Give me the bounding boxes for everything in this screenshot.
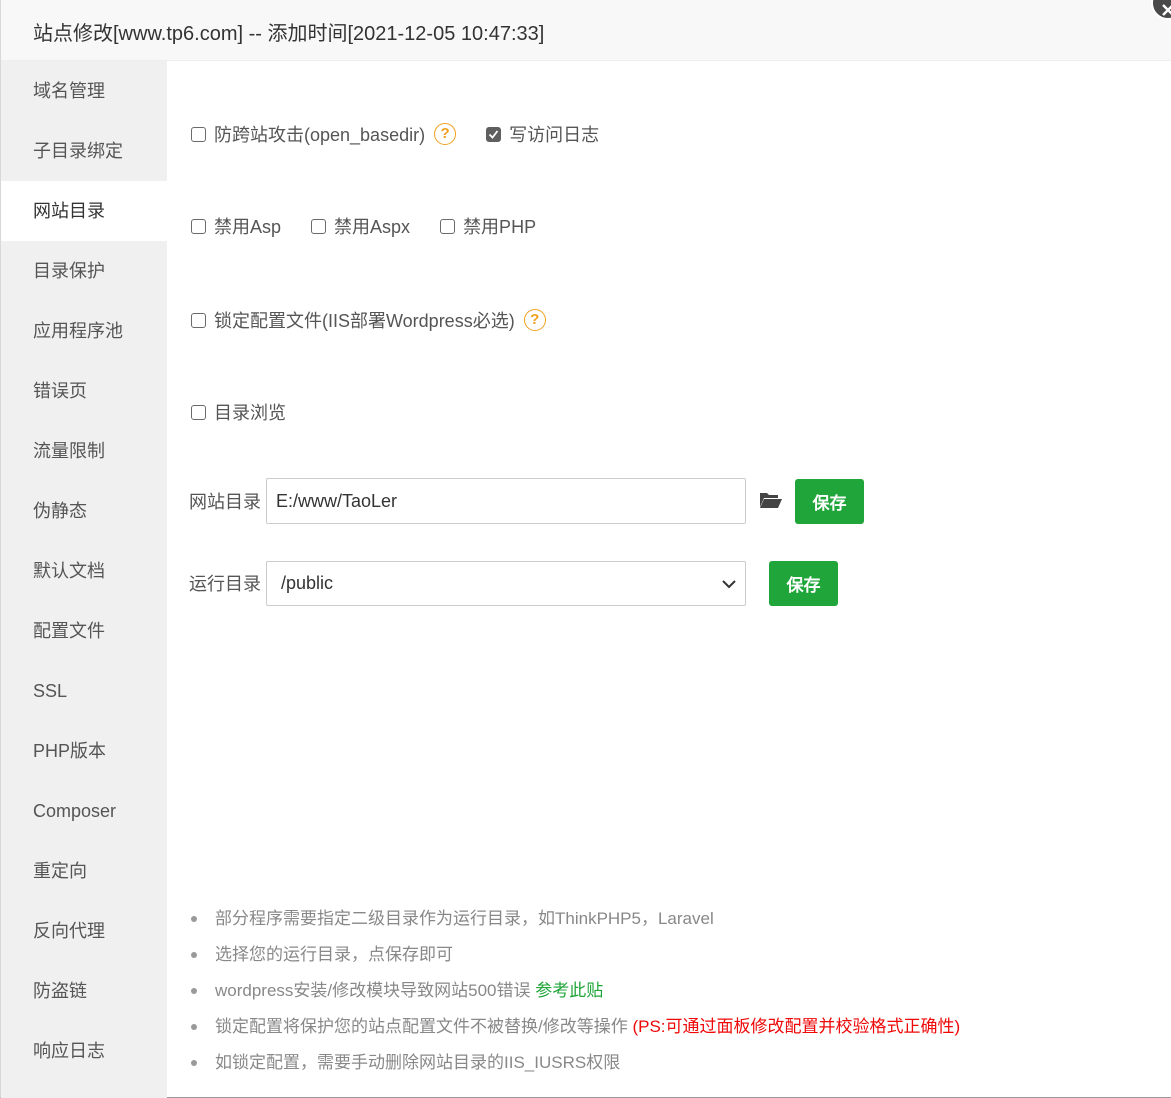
- tip-text: 锁定配置将保护您的站点配置文件不被替换/修改等操作: [215, 1017, 633, 1036]
- checkbox-icon[interactable]: [191, 218, 206, 234]
- disable-php-label: 禁用PHP: [463, 217, 537, 237]
- sidebar-item-error-page[interactable]: 错误页: [1, 361, 167, 421]
- list-item: 部分程序需要指定二级目录作为运行目录，如ThinkPHP5，Laravel: [191, 905, 960, 941]
- sidebar-item-rewrite[interactable]: 伪静态: [1, 481, 167, 541]
- help-icon[interactable]: ?: [434, 123, 457, 145]
- options-row-3: 锁定配置文件(IIS部署Wordpress必选) ?: [191, 305, 576, 335]
- checkbox-checked-icon[interactable]: [486, 126, 502, 142]
- checkbox-icon[interactable]: [191, 126, 206, 142]
- run-dir-select[interactable]: /public: [266, 560, 746, 606]
- sidebar-item-composer[interactable]: Composer: [1, 781, 167, 841]
- dir-browse-checkbox[interactable]: 目录浏览: [191, 399, 286, 425]
- options-row-4: 目录浏览: [191, 397, 316, 427]
- disable-asp-checkbox[interactable]: 禁用Asp: [191, 213, 281, 239]
- tip-text: wordpress安装/修改模块导致网站500错误: [215, 981, 536, 1000]
- site-dir-input[interactable]: [266, 478, 746, 524]
- bullet-icon: [191, 1024, 197, 1030]
- sidebar-item-reverse-proxy[interactable]: 反向代理: [1, 901, 167, 961]
- checkbox-icon[interactable]: [191, 312, 206, 328]
- bullet-icon: [191, 1060, 197, 1066]
- checkbox-icon[interactable]: [191, 404, 206, 420]
- reference-link[interactable]: 参考此贴: [535, 981, 603, 1000]
- site-dir-panel: 防跨站攻击(open_basedir) ? 写访问日志 禁用Asp 禁用Aspx: [167, 61, 1171, 1098]
- access-log-label: 写访问日志: [509, 125, 600, 145]
- list-item: 锁定配置将保护您的站点配置文件不被替换/修改等操作 (PS:可通过面板修改配置并…: [191, 1013, 960, 1049]
- list-item: 如锁定配置，需要手动删除网站目录的IIS_IUSRS权限: [191, 1049, 960, 1085]
- sidebar-item-default-doc[interactable]: 默认文档: [1, 541, 167, 601]
- bullet-icon: [191, 952, 197, 958]
- open-basedir-checkbox[interactable]: 防跨站攻击(open_basedir) ?: [191, 121, 457, 147]
- list-item: 选择您的运行目录，点保存即可: [191, 941, 960, 977]
- sidebar-item-dir-protect[interactable]: 目录保护: [1, 241, 167, 301]
- folder-open-icon[interactable]: [759, 490, 785, 512]
- lock-config-checkbox[interactable]: 锁定配置文件(IIS部署Wordpress必选) ?: [191, 307, 546, 333]
- run-dir-row: 运行目录 /public 保存: [189, 560, 838, 606]
- tip-text: 部分程序需要指定二级目录作为运行目录，如ThinkPHP5，Laravel: [215, 909, 714, 928]
- sidebar-item-site-dir[interactable]: 网站目录: [1, 181, 167, 241]
- site-dir-save-button[interactable]: 保存: [795, 478, 864, 524]
- tip-text: 选择您的运行目录，点保存即可: [215, 945, 453, 964]
- dialog-title-bar: 站点修改[www.tp6.com] -- 添加时间[2021-12-05 10:…: [1, 0, 1171, 61]
- open-basedir-label: 防跨站攻击(open_basedir): [214, 125, 426, 145]
- run-dir-save-button[interactable]: 保存: [769, 560, 838, 606]
- site-dir-label: 网站目录: [189, 492, 261, 512]
- run-dir-selected: /public: [281, 572, 334, 593]
- options-row-1: 防跨站攻击(open_basedir) ? 写访问日志: [191, 119, 629, 149]
- checkbox-icon[interactable]: [440, 218, 456, 234]
- checkbox-icon[interactable]: [311, 218, 327, 234]
- site-dir-row: 网站目录 保存: [189, 478, 864, 524]
- chevron-down-icon: [722, 579, 736, 588]
- disable-php-checkbox[interactable]: 禁用PHP: [440, 213, 536, 239]
- lock-config-label: 锁定配置文件(IIS部署Wordpress必选): [214, 311, 515, 331]
- tips-list: 部分程序需要指定二级目录作为运行目录，如ThinkPHP5，Laravel 选择…: [191, 905, 960, 1085]
- site-edit-dialog: 站点修改[www.tp6.com] -- 添加时间[2021-12-05 10:…: [0, 0, 1171, 1098]
- dir-browse-label: 目录浏览: [214, 403, 286, 423]
- sidebar-item-response-log[interactable]: 响应日志: [1, 1021, 167, 1081]
- help-icon[interactable]: ?: [523, 309, 546, 331]
- disable-asp-label: 禁用Asp: [214, 217, 282, 237]
- sidebar-item-subdir-bind[interactable]: 子目录绑定: [1, 121, 167, 181]
- sidebar-item-redirect[interactable]: 重定向: [1, 841, 167, 901]
- warning-text: (PS:可通过面板修改配置并校验格式正确性): [632, 1017, 961, 1036]
- sidebar-item-ssl[interactable]: SSL: [1, 661, 167, 721]
- run-dir-label: 运行目录: [189, 574, 261, 594]
- disable-aspx-label: 禁用Aspx: [334, 217, 411, 237]
- sidebar-item-config-file[interactable]: 配置文件: [1, 601, 167, 661]
- sidebar-item-traffic-limit[interactable]: 流量限制: [1, 421, 167, 481]
- disable-aspx-checkbox[interactable]: 禁用Aspx: [311, 213, 410, 239]
- sidebar: 域名管理 子目录绑定 网站目录 目录保护 应用程序池 错误页 流量限制 伪静态 …: [1, 61, 167, 1098]
- sidebar-item-hotlink[interactable]: 防盗链: [1, 961, 167, 1021]
- options-row-2: 禁用Asp 禁用Aspx 禁用PHP: [191, 211, 566, 241]
- access-log-checkbox[interactable]: 写访问日志: [486, 121, 599, 147]
- sidebar-item-domain[interactable]: 域名管理: [1, 61, 167, 121]
- dialog-title: 站点修改[www.tp6.com] -- 添加时间[2021-12-05 10:…: [33, 23, 545, 45]
- sidebar-item-php-version[interactable]: PHP版本: [1, 721, 167, 781]
- list-item: wordpress安装/修改模块导致网站500错误 参考此贴: [191, 977, 960, 1013]
- bullet-icon: [191, 988, 197, 994]
- tip-text: 如锁定配置，需要手动删除网站目录的IIS_IUSRS权限: [215, 1053, 621, 1072]
- sidebar-item-app-pool[interactable]: 应用程序池: [1, 301, 167, 361]
- bullet-icon: [191, 916, 197, 922]
